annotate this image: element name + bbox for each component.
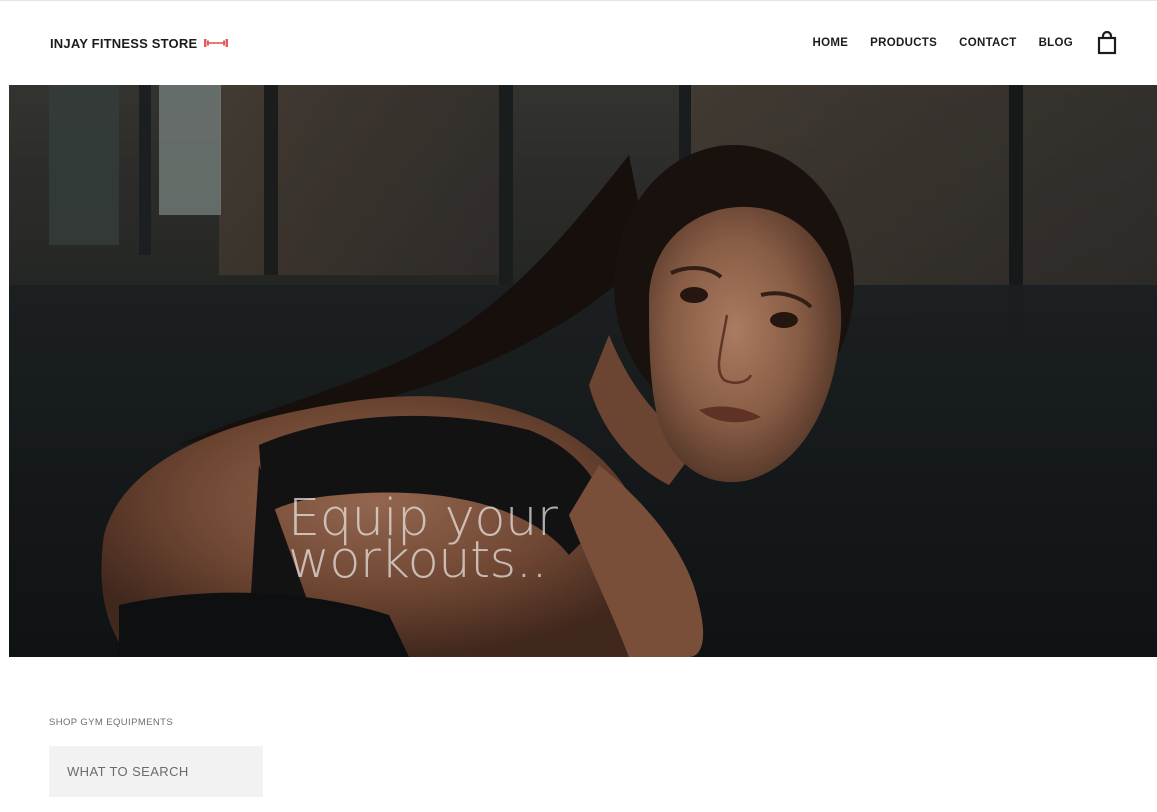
dumbbell-icon — [204, 39, 229, 47]
shopping-bag-icon[interactable] — [1097, 31, 1117, 55]
hero-title-line-2: workouts.. — [288, 531, 548, 590]
brand-logo-link[interactable]: INJAY FITNESS STORE — [50, 36, 229, 51]
nav-products-link[interactable]: PRODUCTS — [870, 37, 937, 49]
nav-blog-link[interactable]: BLOG — [1039, 37, 1073, 49]
brand-name: INJAY FITNESS STORE — [50, 35, 198, 51]
search-input[interactable] — [49, 746, 263, 797]
shop-section-label: SHOP GYM EQUIPMENTS — [49, 717, 174, 728]
page: INJAY FITNESS STORE HOME PRODUCTS CONTAC… — [0, 0, 1157, 812]
nav-contact-link[interactable]: CONTACT — [959, 37, 1016, 49]
hero-banner: Equip your workouts.. — [9, 85, 1157, 657]
site-header: INJAY FITNESS STORE HOME PRODUCTS CONTAC… — [9, 1, 1157, 85]
hero-athlete-image — [9, 85, 1157, 657]
hero-title: Equip your workouts.. — [288, 493, 558, 590]
main-nav: HOME PRODUCTS CONTACT BLOG — [812, 31, 1117, 55]
nav-home-link[interactable]: HOME — [812, 37, 848, 49]
